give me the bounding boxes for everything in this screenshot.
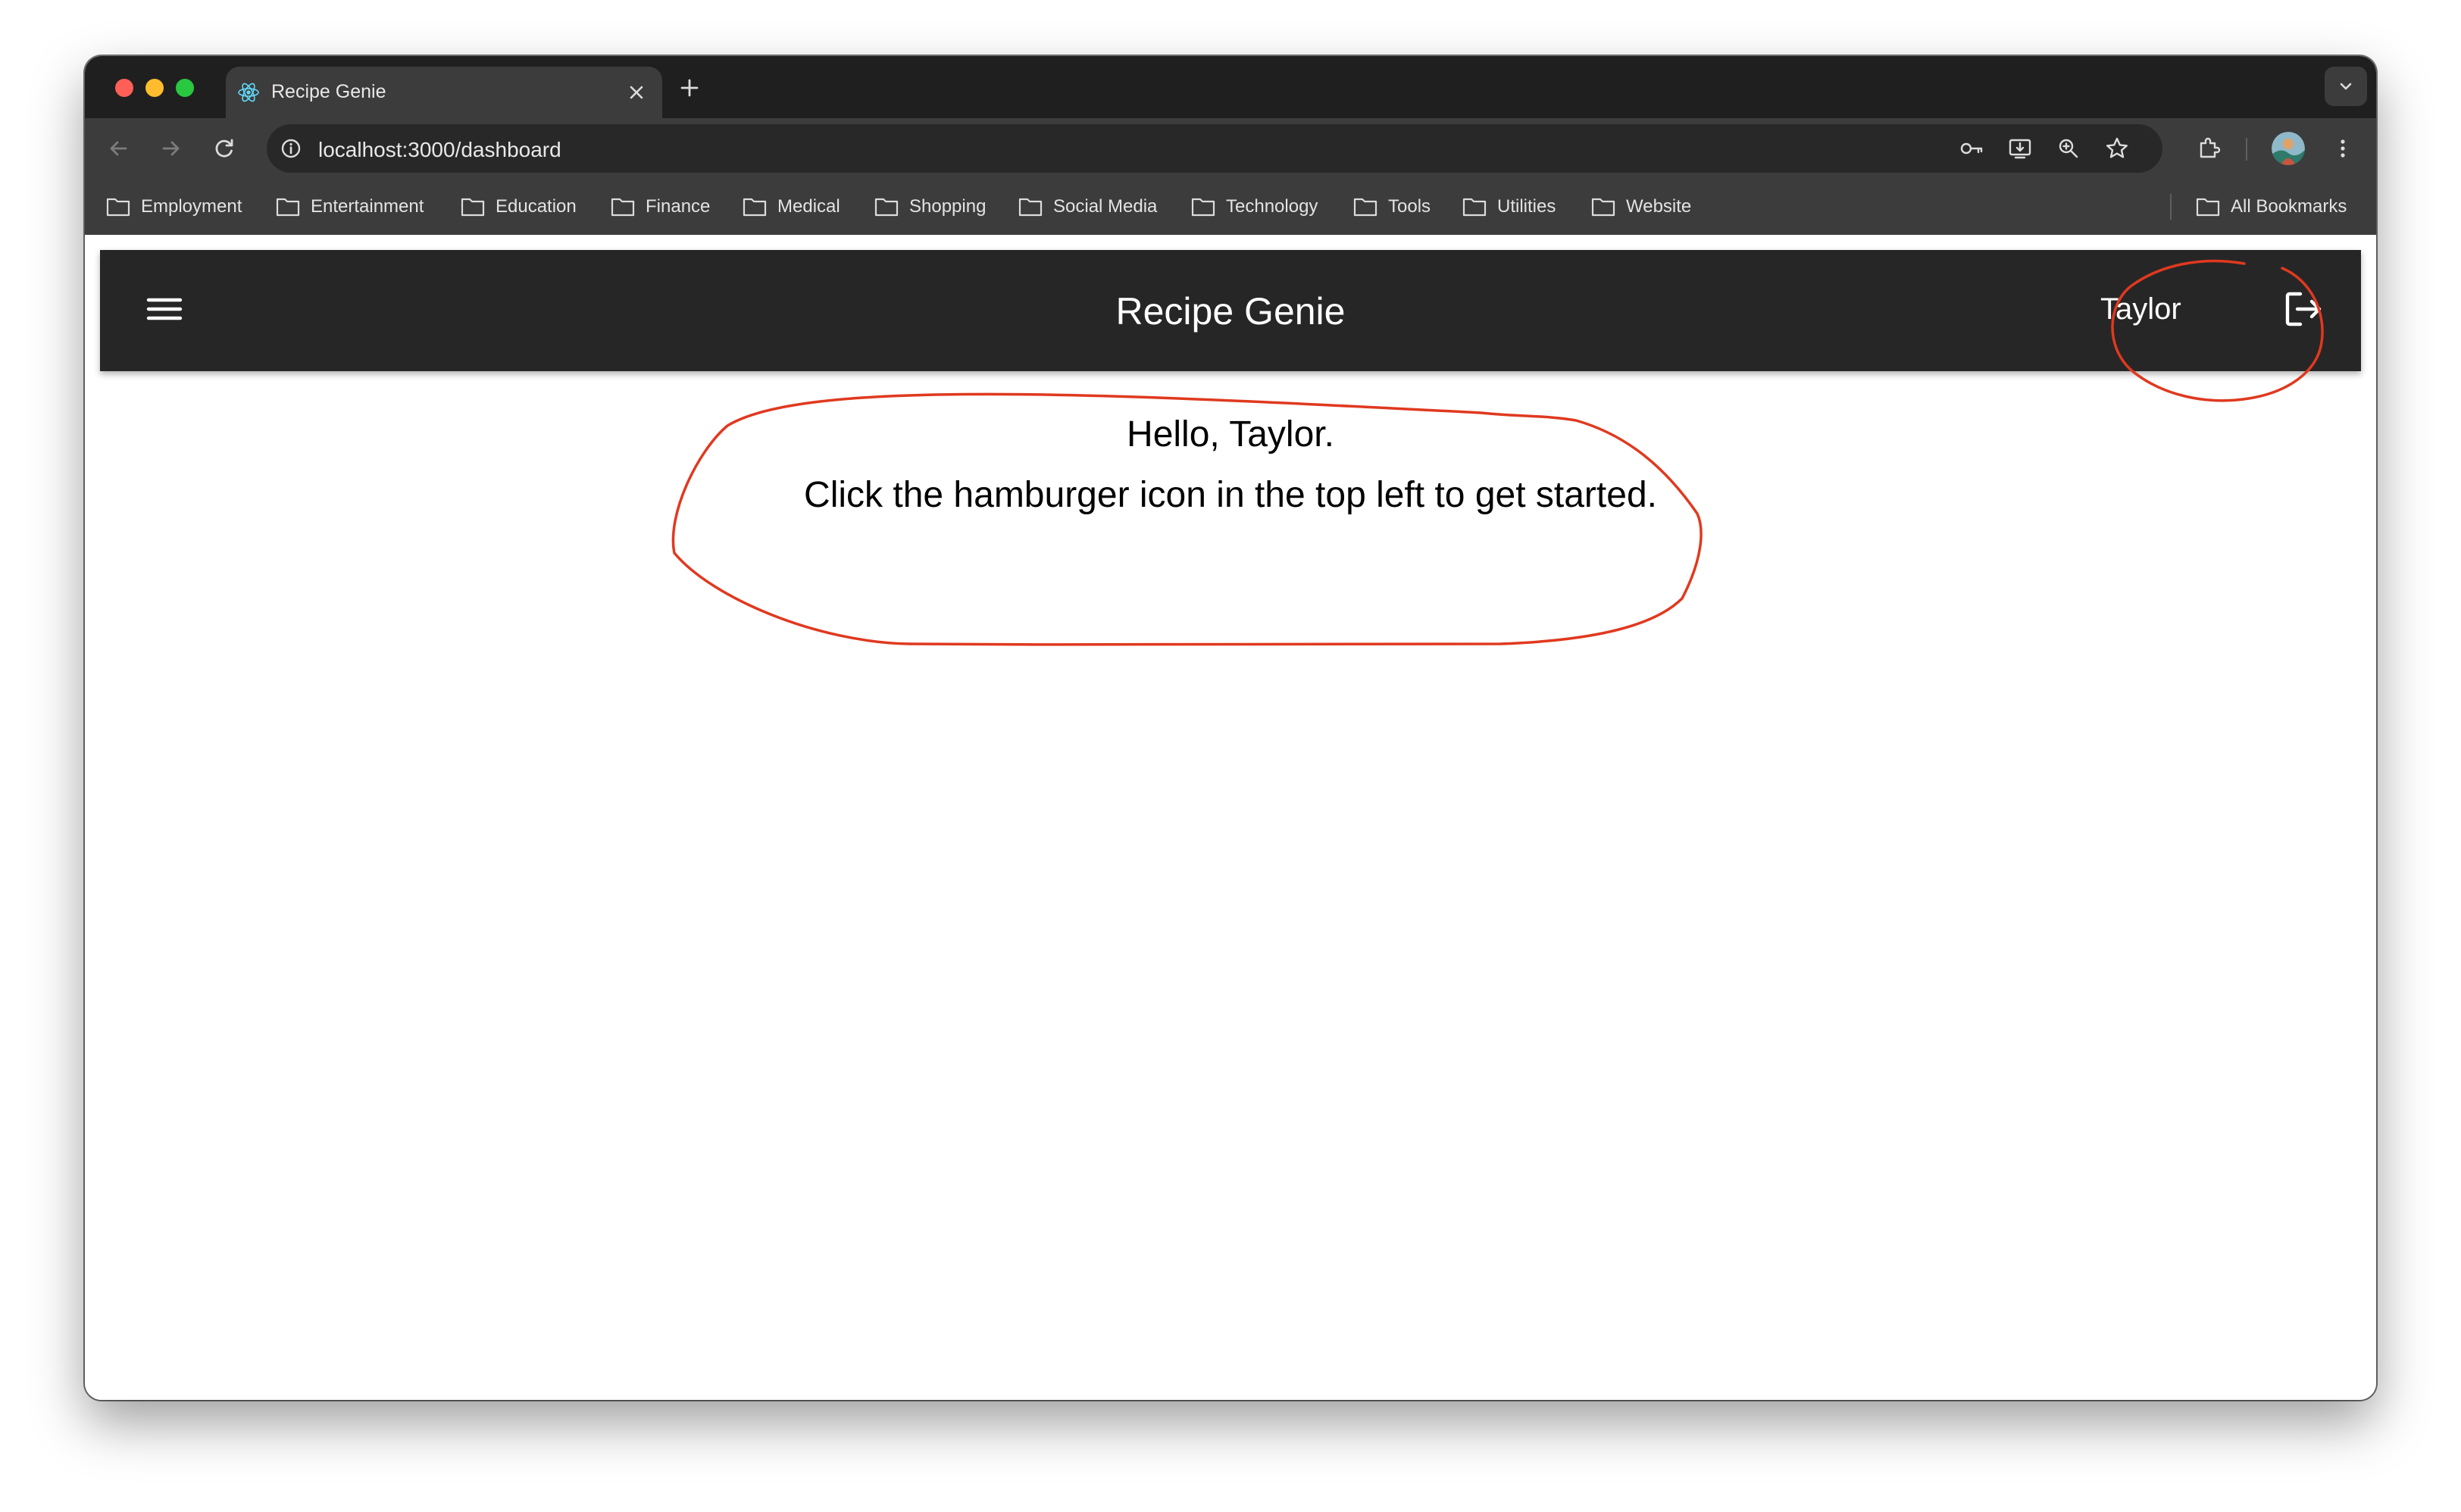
new-tab-icon[interactable] xyxy=(676,74,703,102)
bookmark-star-icon[interactable] xyxy=(2103,135,2131,162)
folder-icon xyxy=(2196,198,2220,217)
bookmarks-divider xyxy=(2170,194,2172,220)
bookmark-folder[interactable]: Shopping xyxy=(874,192,986,221)
bookmark-folder[interactable]: Tools xyxy=(1353,192,1431,221)
bookmark-folder[interactable]: Utilities xyxy=(1462,192,1556,221)
extensions-icon[interactable] xyxy=(2194,133,2225,164)
react-icon xyxy=(238,83,259,102)
browser-toolbar: localhost:3000/dashboard xyxy=(85,118,2376,179)
password-key-icon[interactable] xyxy=(1958,135,1985,162)
toolbar-divider xyxy=(2246,138,2247,161)
browser-window: Recipe Genie localhost:3000/dashboard Em… xyxy=(85,56,2376,1400)
maximize-window-button[interactable] xyxy=(176,79,194,97)
bookmark-folder[interactable]: Employment xyxy=(106,192,242,221)
logout-icon[interactable] xyxy=(2282,288,2325,330)
greeting-line: Hello, Taylor. xyxy=(1127,414,1334,455)
instruction-line: Click the hamburger icon in the top left… xyxy=(804,475,1657,515)
close-tab-icon[interactable] xyxy=(624,80,649,105)
folder-icon xyxy=(1462,198,1487,217)
more-menu-icon[interactable] xyxy=(2328,133,2358,164)
folder-icon xyxy=(1591,198,1615,217)
all-bookmarks-button[interactable]: All Bookmarks xyxy=(2196,192,2347,221)
bookmark-folder[interactable]: Finance xyxy=(611,192,710,221)
site-info-icon[interactable] xyxy=(279,136,303,161)
profile-avatar[interactable] xyxy=(2272,132,2305,165)
install-app-icon[interactable] xyxy=(2006,135,2034,162)
address-bar[interactable]: localhost:3000/dashboard xyxy=(267,124,2162,173)
bookmark-folder[interactable]: Entertainment xyxy=(276,192,424,221)
reload-icon[interactable] xyxy=(209,133,239,164)
folder-icon xyxy=(461,198,485,217)
tab-strip: Recipe Genie xyxy=(85,56,2376,118)
bookmark-folder[interactable]: Education xyxy=(461,192,577,221)
back-arrow-icon[interactable] xyxy=(103,133,133,164)
app-header: Recipe Genie Taylor xyxy=(100,250,2361,371)
bookmark-folder[interactable]: Technology xyxy=(1191,192,1318,221)
folder-icon xyxy=(1018,198,1043,217)
tab-title: Recipe Genie xyxy=(271,81,386,102)
zoom-icon[interactable] xyxy=(2055,135,2082,162)
folder-icon xyxy=(874,198,899,217)
tab-recipe-genie[interactable]: Recipe Genie xyxy=(226,67,662,118)
folder-icon xyxy=(611,198,635,217)
profile-image xyxy=(2272,132,2305,165)
tab-search-button[interactable] xyxy=(2325,67,2367,106)
minimize-window-button[interactable] xyxy=(145,79,164,97)
page-content: Recipe Genie Taylor Hello, Taylor. Click… xyxy=(85,235,2376,1400)
bookmark-folder[interactable]: Social Media xyxy=(1018,192,1157,221)
chevron-down-icon xyxy=(2340,83,2352,90)
folder-icon xyxy=(106,198,130,217)
bookmarks-bar: Employment Entertainment Education Finan… xyxy=(85,179,2376,235)
close-window-button[interactable] xyxy=(115,79,133,97)
url-text: localhost:3000/dashboard xyxy=(318,138,561,161)
forward-arrow-icon[interactable] xyxy=(156,133,186,164)
folder-icon xyxy=(276,198,300,217)
user-name: Taylor xyxy=(2100,292,2181,326)
folder-icon xyxy=(1353,198,1377,217)
bookmark-folder[interactable]: Website xyxy=(1591,192,1691,221)
app-title: Recipe Genie xyxy=(1115,290,1346,333)
bookmark-folder[interactable]: Medical xyxy=(743,192,840,221)
folder-icon xyxy=(743,198,767,217)
welcome-message: Hello, Taylor. Click the hamburger icon … xyxy=(85,405,2376,526)
folder-icon xyxy=(1191,198,1215,217)
